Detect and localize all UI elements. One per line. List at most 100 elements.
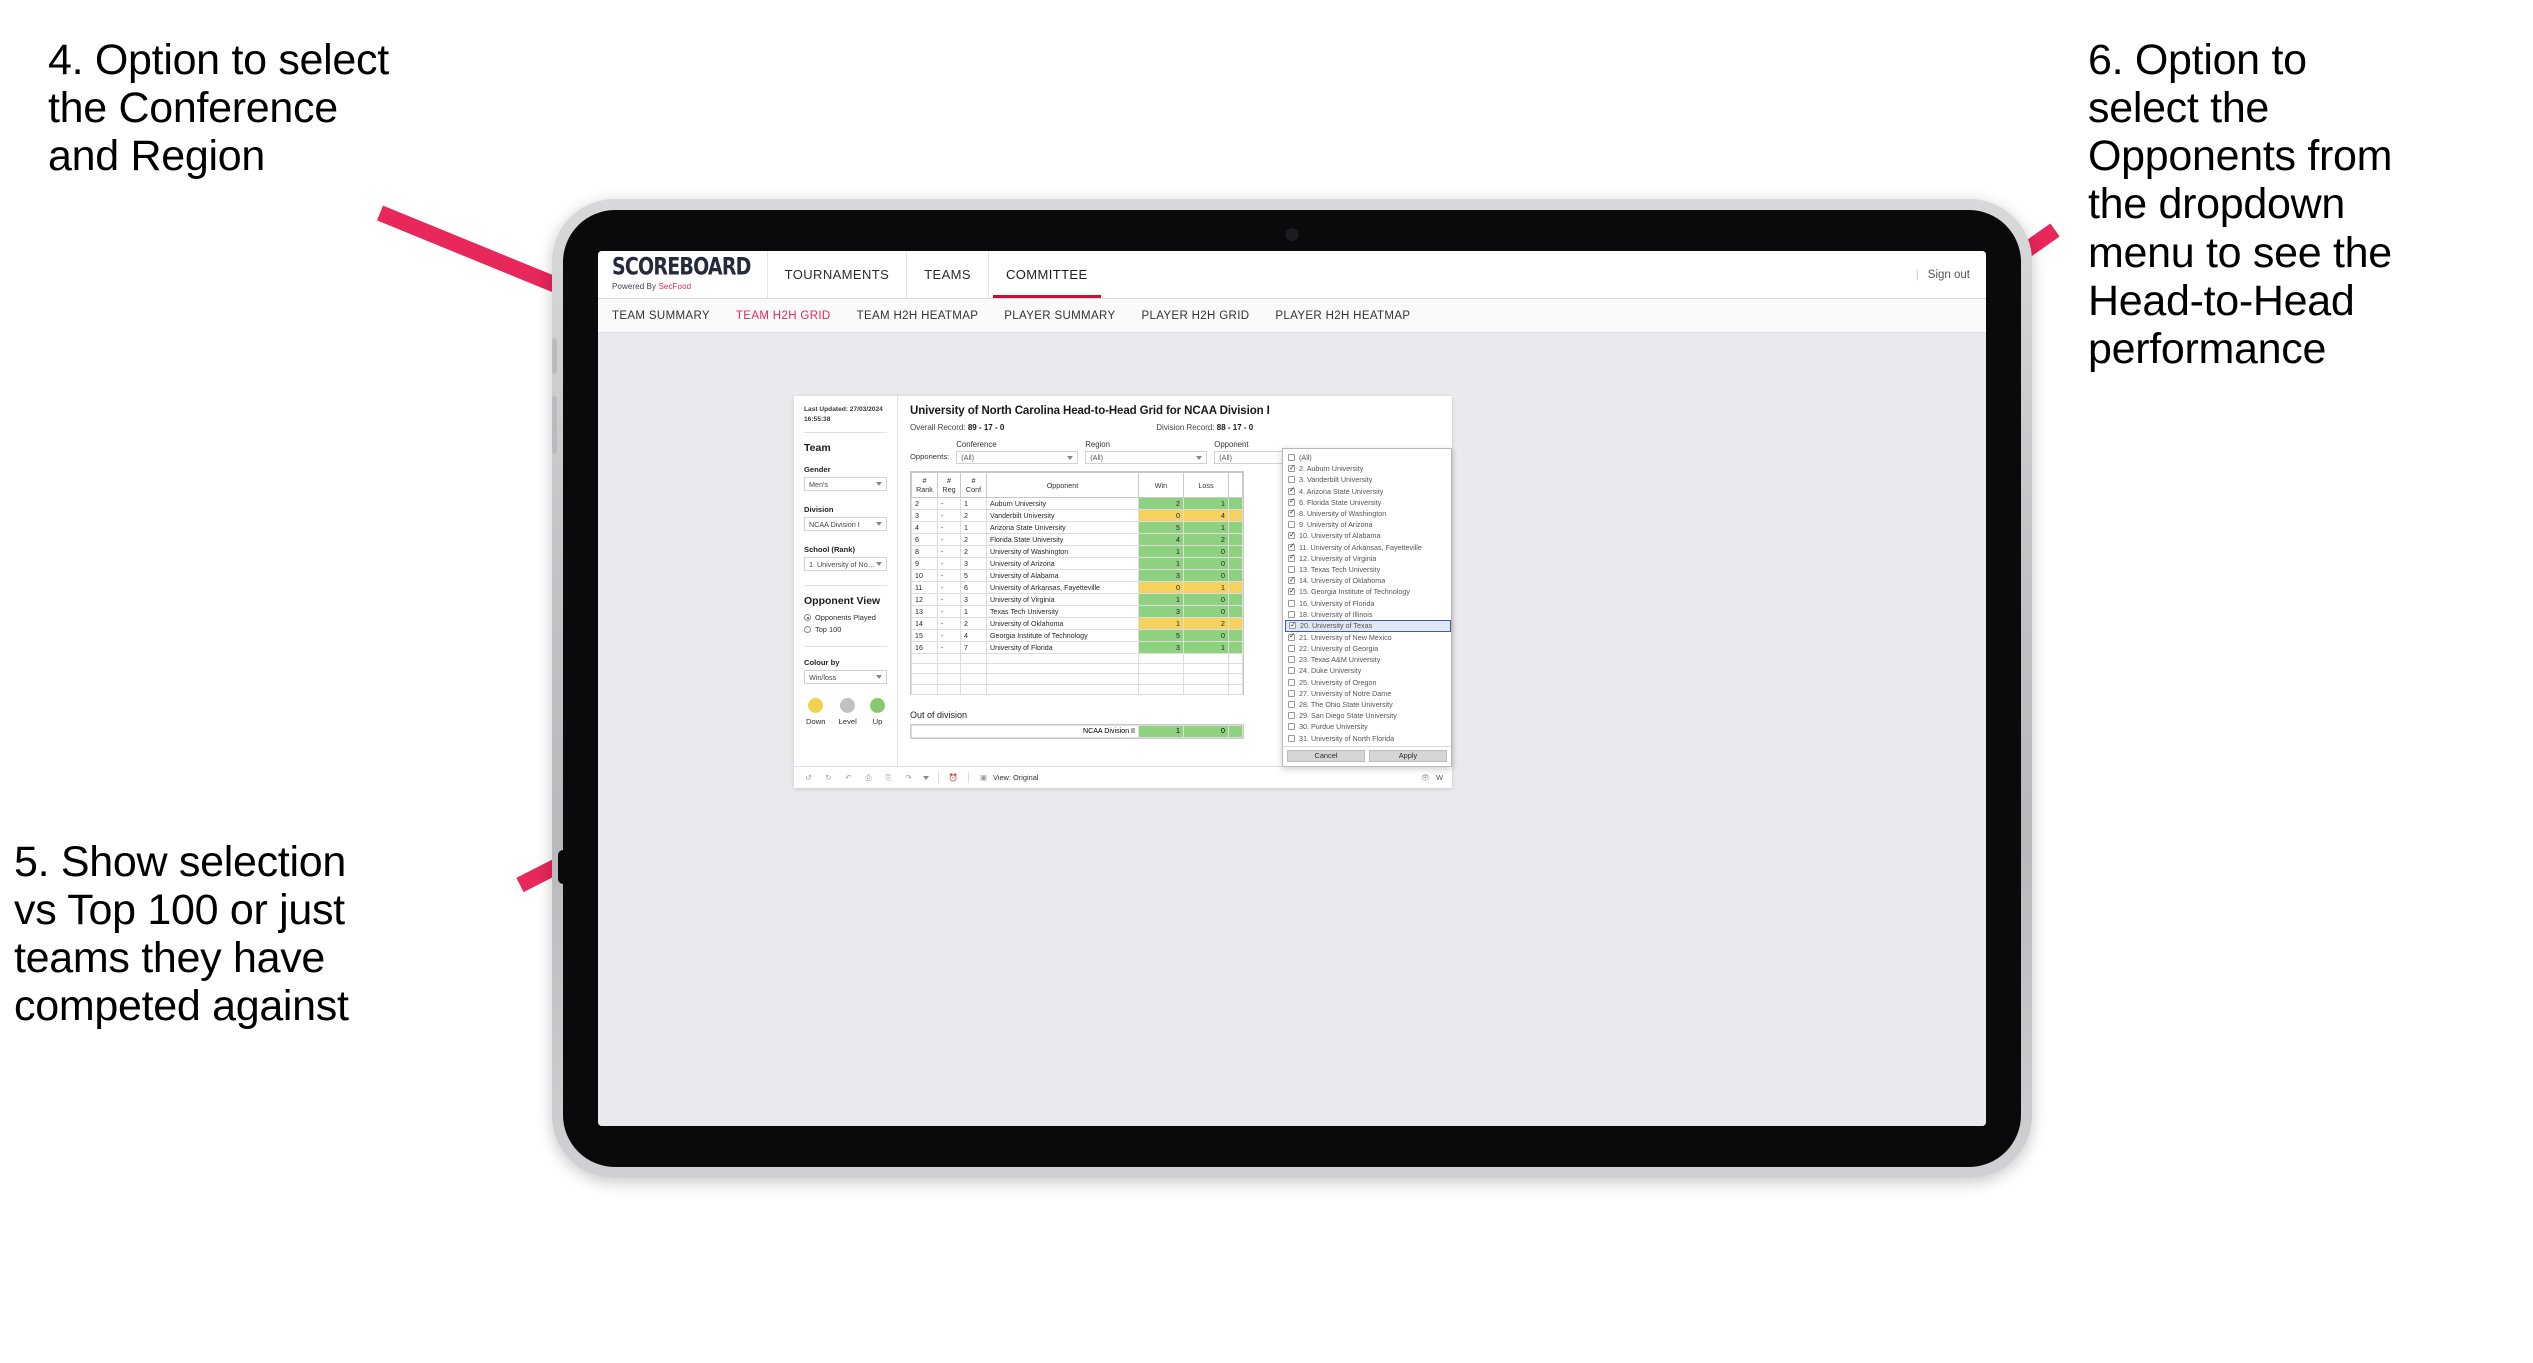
checkbox-icon[interactable]	[1288, 712, 1295, 720]
opponent-option[interactable]: 4. Arizona State University	[1285, 486, 1451, 497]
radio-opponents-played[interactable]: Opponents Played	[804, 613, 887, 622]
opponent-option[interactable]: 24. Duke University	[1285, 665, 1451, 676]
checkbox-icon[interactable]	[1288, 701, 1295, 709]
checkbox-icon[interactable]	[1288, 464, 1295, 473]
checkbox-icon[interactable]	[1288, 689, 1295, 697]
table-row[interactable]: 6-2 Florida State University 4 2	[911, 533, 1243, 546]
chevron-down-icon[interactable]	[923, 775, 929, 780]
checkbox-icon[interactable]	[1288, 678, 1295, 686]
checkbox-icon[interactable]	[1288, 476, 1295, 484]
checkbox-icon[interactable]	[1288, 632, 1295, 641]
opponent-option[interactable]: 15. Georgia Institute of Technology	[1285, 586, 1451, 597]
volume-down-button[interactable]	[552, 396, 557, 454]
subnav-team-h2h-heatmap[interactable]: TEAM H2H HEATMAP	[857, 310, 979, 322]
table-row[interactable]: 13-1 Texas Tech University 3 0	[911, 605, 1243, 618]
opponent-option[interactable]: 30. Purdue University	[1285, 721, 1451, 732]
checkbox-icon[interactable]	[1288, 508, 1295, 518]
checkbox-icon[interactable]	[1288, 734, 1295, 742]
checkbox-icon[interactable]	[1288, 610, 1295, 618]
subnav-player-h2h-grid[interactable]: PLAYER H2H GRID	[1141, 310, 1249, 322]
opponent-option[interactable]: 16. University of Florida	[1285, 597, 1451, 608]
topnav-tournaments[interactable]: TOURNAMENTS	[766, 251, 907, 298]
conference-select[interactable]: (All)	[956, 451, 1079, 464]
checkbox-icon[interactable]	[1288, 531, 1295, 540]
region-select[interactable]: (All)	[1085, 451, 1208, 464]
opponent-dropdown-panel[interactable]: (All)2. Auburn University3. Vanderbilt U…	[1282, 448, 1452, 767]
opponent-option[interactable]: 14. University of Oklahoma	[1285, 575, 1451, 586]
opponent-option[interactable]: 6. Florida State University	[1285, 497, 1451, 508]
checkbox-icon[interactable]	[1288, 656, 1295, 664]
checkbox-icon[interactable]	[1288, 587, 1295, 596]
apply-button[interactable]: Apply	[1369, 749, 1447, 762]
opponent-option[interactable]: 31. University of North Florida	[1285, 733, 1451, 744]
refresh-icon[interactable]: ⎙	[863, 772, 874, 783]
opponent-option[interactable]: 27. University of Notre Dame	[1285, 688, 1451, 699]
gender-select[interactable]: Men's	[804, 477, 887, 492]
table-row[interactable]: 12-3 University of Virginia 1 0	[911, 593, 1243, 606]
opponent-option[interactable]: 18. University of Illinois	[1285, 609, 1451, 620]
undo-icon[interactable]: ↺	[803, 772, 814, 783]
opponent-option[interactable]: (All)	[1285, 452, 1451, 463]
checkbox-icon[interactable]	[1288, 542, 1295, 551]
opponent-option[interactable]: 2. Auburn University	[1285, 463, 1451, 474]
table-row[interactable]: 16-7 University of Florida 3 1	[911, 641, 1243, 654]
table-row[interactable]: 14-2 University of Oklahoma 1 2	[911, 617, 1243, 630]
opponent-option[interactable]: 21. University of New Mexico	[1285, 632, 1451, 643]
checkbox-icon[interactable]	[1288, 667, 1295, 675]
revert-icon[interactable]: ↶	[843, 772, 854, 783]
opponent-option[interactable]: 11. University of Arkansas, Fayetteville	[1285, 542, 1451, 553]
opponent-option[interactable]: 20. University of Texas	[1285, 619, 1451, 632]
topnav-teams[interactable]: TEAMS	[906, 251, 988, 298]
opponent-option[interactable]: 23. Texas A&M University	[1285, 654, 1451, 665]
checkbox-icon[interactable]	[1288, 553, 1295, 562]
opponent-option[interactable]: 9. University of Arizona	[1285, 519, 1451, 530]
table-row[interactable]: 15-4 Georgia Institute of Technology 5 0	[911, 629, 1243, 642]
topnav-committee[interactable]: COMMITTEE	[987, 251, 1105, 298]
subnav-player-summary[interactable]: PLAYER SUMMARY	[1004, 310, 1115, 322]
checkbox-icon[interactable]	[1288, 576, 1295, 585]
sign-out-link[interactable]: Sign out	[1928, 269, 1970, 281]
table-row[interactable]: 10-5 University of Alabama 3 0	[911, 569, 1243, 582]
division-select[interactable]: NCAA Division I	[804, 517, 887, 532]
table-row[interactable]: 4-1 Arizona State University 5 1	[911, 521, 1243, 534]
checkbox-icon[interactable]	[1288, 454, 1295, 462]
checkbox-icon[interactable]	[1288, 723, 1295, 731]
checkbox-icon[interactable]	[1288, 486, 1295, 495]
table-row[interactable]: 8-2 University of Washington 1 0	[911, 545, 1243, 558]
subnav-team-h2h-grid[interactable]: TEAM H2H GRID	[736, 310, 831, 322]
brand-logo[interactable]: SCOREBOARD Powered By SecFood	[598, 251, 767, 298]
cancel-button[interactable]: Cancel	[1287, 749, 1365, 762]
opponent-dropdown-list[interactable]: (All)2. Auburn University3. Vanderbilt U…	[1283, 449, 1451, 746]
checkbox-icon[interactable]	[1288, 497, 1295, 506]
checkbox-icon[interactable]	[1288, 645, 1295, 653]
subnav-player-h2h-heatmap[interactable]: PLAYER H2H HEATMAP	[1275, 310, 1410, 322]
subnav-team-summary[interactable]: TEAM SUMMARY	[612, 310, 710, 322]
opponent-option[interactable]: 3. Vanderbilt University	[1285, 474, 1451, 485]
redo-icon[interactable]: ↻	[823, 772, 834, 783]
table-row[interactable]: 2-1 Auburn University 2 1	[911, 497, 1243, 510]
radio-top-100[interactable]: Top 100	[804, 625, 887, 634]
checkbox-icon[interactable]	[1288, 521, 1295, 529]
view-original-button[interactable]: ▣ View: Original	[978, 772, 1038, 783]
table-row[interactable]: 3-2 Vanderbilt University 0 4	[911, 509, 1243, 522]
opponent-option[interactable]: 12. University of Virginia	[1285, 553, 1451, 564]
opponent-option[interactable]: 13. Texas Tech University	[1285, 564, 1451, 575]
volume-up-button[interactable]	[552, 338, 557, 374]
checkbox-icon[interactable]	[1288, 565, 1295, 573]
table-row[interactable]: 9-3 University of Arizona 1 0	[911, 557, 1243, 570]
opponent-option[interactable]: 25. University of Oregon	[1285, 677, 1451, 688]
share-icon[interactable]: ↷	[903, 772, 914, 783]
checkbox-icon[interactable]	[1289, 621, 1296, 630]
colour-by-select[interactable]: Win/loss	[804, 670, 887, 685]
opponent-option[interactable]: 29. San Diego State University	[1285, 710, 1451, 721]
pause-updates-icon[interactable]: ⎘	[883, 772, 894, 783]
school-rank-select[interactable]: 1. University of Nort...	[804, 557, 887, 572]
opponent-option[interactable]: 8. University of Washington	[1285, 508, 1451, 519]
opponent-option[interactable]: 22. University of Georgia	[1285, 643, 1451, 654]
history-icon[interactable]: ⏰	[948, 772, 959, 783]
opponent-option[interactable]: 10. University of Alabama	[1285, 530, 1451, 541]
table-row[interactable]: 11-6 University of Arkansas, Fayetteville…	[911, 581, 1243, 594]
opponent-option[interactable]: 28. The Ohio State University	[1285, 699, 1451, 710]
watch-icon[interactable]: 👁	[1420, 772, 1431, 783]
checkbox-icon[interactable]	[1288, 599, 1295, 607]
